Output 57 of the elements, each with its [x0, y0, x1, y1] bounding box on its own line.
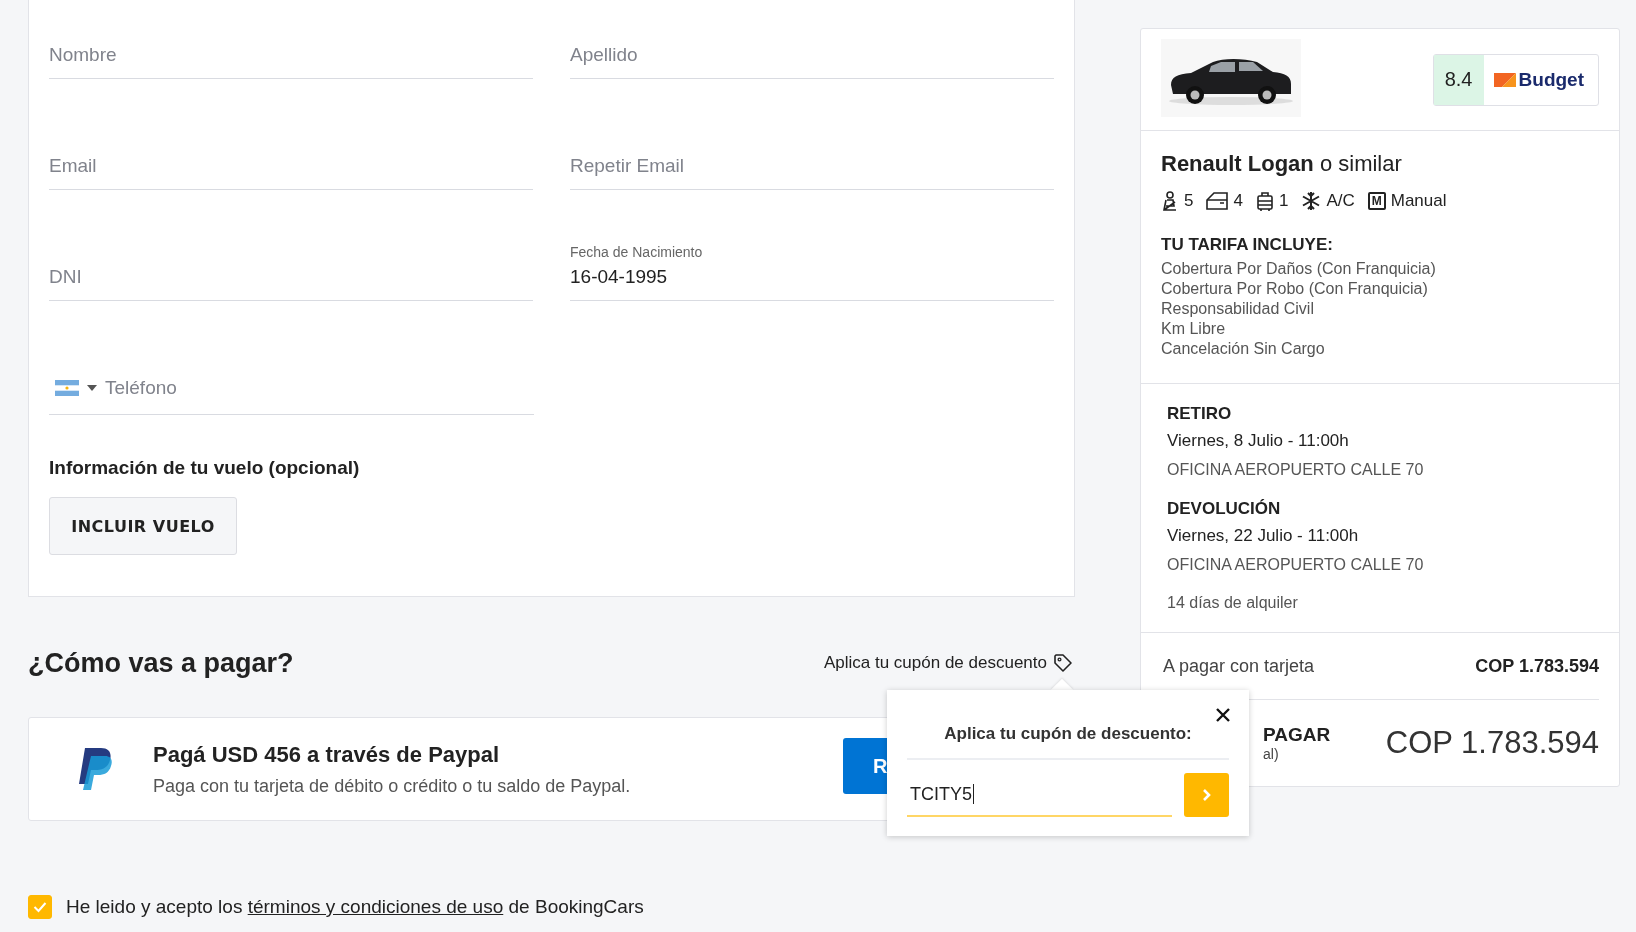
checkbox[interactable]: [28, 895, 52, 919]
check-icon: [33, 901, 47, 913]
input-field[interactable]: Apellido: [570, 0, 1054, 79]
feature-value: Manual: [1390, 191, 1447, 211]
chevron-right-icon: [1202, 788, 1211, 802]
section-title: Información de tu vuelo (opcional): [49, 457, 361, 479]
leg-place: OFICINA AEROPUERTO CALLE 70: [1167, 556, 1425, 574]
door-icon: [1206, 192, 1229, 210]
rating-score: 8.4: [1433, 54, 1484, 105]
payment-amount: COP 1.783.594: [1475, 655, 1599, 677]
input-field[interactable]: Repetir Email: [570, 111, 1054, 190]
close-icon[interactable]: [1216, 708, 1230, 722]
car-model: Renault Logan o similar: [1161, 151, 1403, 177]
input-field[interactable]: Nombre: [49, 0, 533, 79]
apply-button[interactable]: [1184, 773, 1229, 817]
included-item: Cobertura Por Robo (Con Franquicia): [1161, 279, 1429, 299]
brand-name: Budget: [1518, 68, 1584, 91]
suitcase-icon: [1255, 191, 1274, 211]
included-item: Cancelación Sin Cargo: [1161, 339, 1326, 359]
included-item: Km Libre: [1161, 319, 1227, 339]
rental-duration: 14 días de alquiler: [1167, 594, 1299, 612]
coupon-input[interactable]: TCITY5: [907, 773, 1172, 817]
coupon-link[interactable]: Aplica tu cupón de descuento: [823, 653, 1047, 673]
gearbox-badge: M: [1367, 192, 1386, 210]
included-item: Responsabilidad Civil: [1161, 299, 1315, 319]
snowflake-icon: [1301, 191, 1322, 211]
leg-date: Viernes, 22 Julio - 11:00h: [1167, 526, 1360, 546]
brand-logo-icon: [1493, 72, 1516, 87]
paypal-title: Pagá USD 456 a través de Paypal: [153, 741, 501, 768]
total-amount: COP 1.783.594: [1385, 725, 1599, 761]
add-flight-button[interactable]: INCLUIR VUELO: [49, 497, 237, 555]
feature-value: 1: [1278, 191, 1289, 211]
section-title: ¿Cómo vas a pagar?: [28, 647, 295, 679]
feature-value: 4: [1233, 191, 1243, 211]
leg-place: OFICINA AEROPUERTO CALLE 70: [1167, 461, 1425, 479]
caret-icon: [87, 384, 97, 391]
input-field[interactable]: DNI: [49, 222, 533, 301]
payment-label: A pagar con tarjeta: [1163, 655, 1315, 677]
phone-field[interactable]: Teléfono: [49, 333, 534, 415]
leg-date: Viernes, 8 Julio - 11:00h: [1167, 431, 1350, 451]
terms-text: He leido y acepto los términos y condiciones de uso de BookingCars: [66, 896, 644, 918]
input-field[interactable]: Fecha de Nacimiento 16-04-1995: [570, 222, 1054, 301]
total-note: al): [1263, 746, 1280, 762]
flag-icon: [55, 379, 79, 396]
tag-icon: [1053, 653, 1073, 673]
leg-title: DEVOLUCIÓN: [1167, 499, 1282, 519]
input-field[interactable]: Email: [49, 111, 533, 190]
included-item: Cobertura Por Daños (Con Franquicia): [1161, 259, 1437, 279]
leg-title: RETIRO: [1167, 404, 1233, 424]
total-label: PAGAR: [1263, 724, 1331, 746]
feature-value: 5: [1184, 191, 1194, 211]
paypal-description: Paga con tu tarjeta de débito o crédito o tu saldo de Paypal.: [153, 775, 631, 797]
field-label: Fecha de Nacimiento: [570, 244, 704, 260]
terms-link[interactable]: términos y condiciones de uso: [247, 896, 504, 917]
seat-icon: [1161, 191, 1179, 211]
section-title: TU TARIFA INCLUYE:: [1161, 235, 1334, 255]
feature-value: A/C: [1326, 191, 1355, 211]
